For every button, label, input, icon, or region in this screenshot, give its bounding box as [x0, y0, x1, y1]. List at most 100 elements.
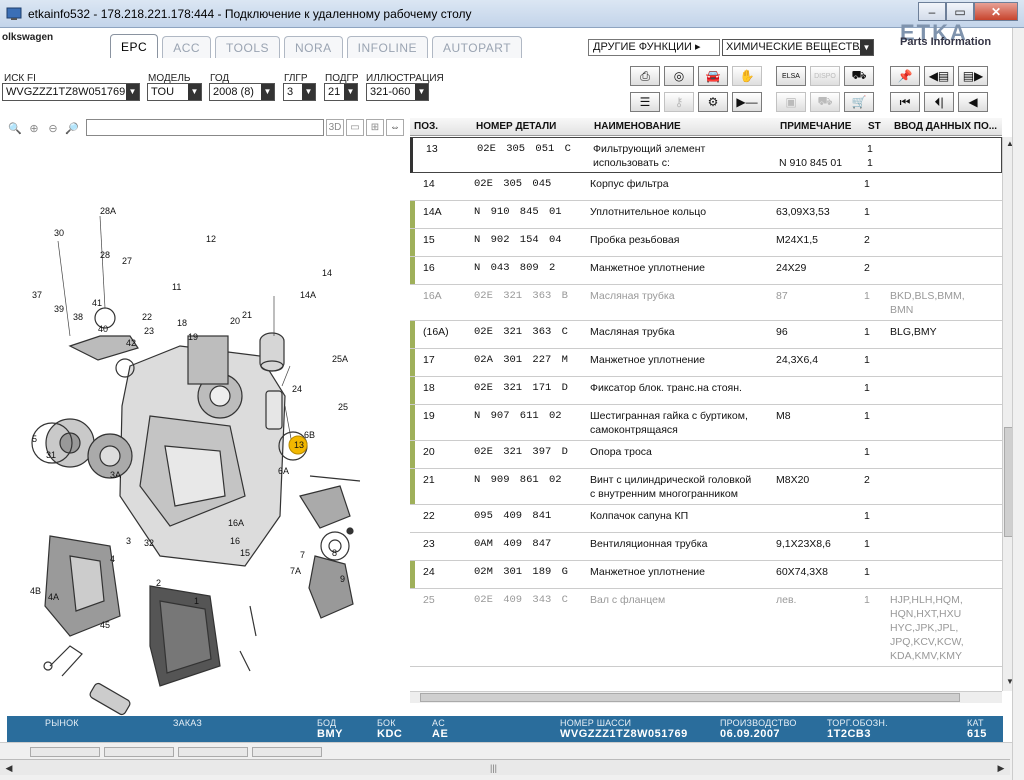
callout-label[interactable]: 8	[332, 548, 337, 558]
key-button[interactable]: ⚷	[664, 92, 694, 112]
callout-label[interactable]: 12	[206, 234, 216, 244]
scroll-right-icon[interactable]: ▶	[994, 761, 1008, 775]
callout-label[interactable]: 14A	[300, 290, 316, 300]
grid-button[interactable]: ⊞	[366, 119, 384, 136]
callout-label[interactable]: 9	[340, 574, 345, 584]
callout-label[interactable]: 4	[110, 554, 115, 564]
callout-label[interactable]: 19	[188, 332, 198, 342]
zoom-reset-icon[interactable]: ⊖	[44, 119, 62, 137]
table-row[interactable]: 14 02E 305 045 Корпус фильтра 1	[410, 173, 1002, 201]
table-row[interactable]: 18 02E 321 171 D Фиксатор блок. транс.на с…	[410, 377, 1002, 405]
callout-label[interactable]: 1	[194, 596, 199, 606]
bottom-tab[interactable]	[104, 747, 174, 757]
table-row[interactable]: 19 N 907 611 02 Шестигранная гайка с бурти…	[410, 405, 1002, 441]
callout-label[interactable]: 45	[100, 620, 110, 630]
callout-label[interactable]: 28	[100, 250, 110, 260]
search-icon[interactable]: 🔎	[63, 119, 81, 137]
split-button[interactable]: ⇔	[386, 119, 404, 136]
table-row[interactable]: 13 02E 305 051 C Фильтрующий элемент испол…	[410, 137, 1002, 173]
callout-label[interactable]: 25	[338, 402, 348, 412]
disc-button[interactable]: ◎	[664, 66, 694, 86]
first-button[interactable]: ⏮	[890, 92, 920, 112]
prev-button[interactable]: ⏴|	[924, 92, 954, 112]
table-row[interactable]: 21 N 909 861 02 Винт с цилиндрической голо…	[410, 469, 1002, 505]
callout-label[interactable]: 22	[142, 312, 152, 322]
tab-tools[interactable]: TOOLS	[215, 36, 280, 58]
table-row[interactable]: 22 095 409 841 Колпачок сапуна КП 1	[410, 505, 1002, 533]
callout-label[interactable]: 3	[126, 536, 131, 546]
table-row[interactable]: 16 N 043 809 2 Манжетное уплотнение 24X29 2	[410, 257, 1002, 285]
callout-label[interactable]: 18	[177, 318, 187, 328]
table-row[interactable]: (16A) 02E 321 363 C Масляная трубка 96 1 BLG,…	[410, 321, 1002, 349]
callout-label[interactable]: 6A	[278, 466, 289, 476]
window-horizontal-scrollbar[interactable]: ◀ ||| ▶	[0, 759, 1010, 775]
col-st[interactable]: ST	[864, 118, 890, 135]
callout-label[interactable]: 39	[54, 304, 64, 314]
callout-label[interactable]: 4A	[48, 592, 59, 602]
main-group-select[interactable]: 3 ▼	[283, 83, 316, 101]
tab-infoline[interactable]: INFOLINE	[346, 36, 429, 58]
bike-button[interactable]: ⚙	[698, 92, 728, 112]
callout-label[interactable]: 7	[300, 550, 305, 560]
callout-label[interactable]: 5	[32, 434, 37, 444]
list-button[interactable]: ☰	[630, 92, 660, 112]
callout-label[interactable]: 38	[73, 312, 83, 322]
callout-label[interactable]: 7A	[290, 566, 301, 576]
device-button[interactable]: ▣	[776, 92, 806, 112]
cart-in-button[interactable]: ⛟	[844, 66, 874, 86]
callout-label[interactable]: 28A	[100, 206, 116, 216]
3d-button[interactable]: 3D	[326, 119, 344, 136]
col-pos[interactable]: ПОЗ.	[410, 118, 472, 135]
illustration-search-input[interactable]	[86, 119, 324, 136]
table-row[interactable]: 25 02E 409 343 C Вал с фланцем лев. 1 HJP,HLH…	[410, 589, 1002, 667]
callout-label[interactable]: 15	[240, 548, 250, 558]
callout-label[interactable]: 20	[230, 316, 240, 326]
table-row[interactable]: 14A N 910 845 01 Уплотнительное кольцо 63,0…	[410, 201, 1002, 229]
vin-select[interactable]: WVGZZZ1TZ8W051769 ▼	[2, 83, 140, 101]
handshake-button[interactable]: ✋	[732, 66, 762, 86]
table-row[interactable]: 15 N 902 154 04 Пробка резьбовая M24X1,5 2	[410, 229, 1002, 257]
play-dash-button[interactable]: ▶—	[732, 92, 762, 112]
callout-label[interactable]: 6B	[304, 430, 315, 440]
table-row[interactable]: 24 02M 301 189 G Манжетное уплотнение 60X74…	[410, 561, 1002, 589]
tab-nora[interactable]: NORA	[284, 36, 343, 58]
callout-label[interactable]: 31	[46, 450, 56, 460]
callout-label[interactable]: 27	[122, 256, 132, 266]
callout-label[interactable]: 40	[98, 324, 108, 334]
callout-label[interactable]: 11	[172, 282, 181, 292]
cart-pair-button[interactable]: ⛟	[810, 92, 840, 112]
table-row[interactable]: 20 02E 321 397 D Опора троса 1	[410, 441, 1002, 469]
illustration-select[interactable]: 321-060 ▼	[366, 83, 429, 101]
horizontal-scrollbar[interactable]	[410, 691, 1002, 703]
callout-label[interactable]: 16A	[228, 518, 244, 528]
dispo-button[interactable]: DISPO	[810, 66, 840, 86]
callout-label[interactable]: 41	[92, 298, 102, 308]
table-row[interactable]: 23 0AM 409 847 Вентиляционная трубка 9,1X23…	[410, 533, 1002, 561]
minimize-button[interactable]: –	[918, 2, 946, 21]
layout-button[interactable]: ▭	[346, 119, 364, 136]
chemicals-select[interactable]: ХИМИЧЕСКИЕ ВЕЩЕСТВА ▼	[722, 39, 874, 56]
elsa-button[interactable]: ELSA	[776, 66, 806, 86]
tab-autopart[interactable]: AUTOPART	[432, 36, 523, 58]
zoom-out-icon[interactable]: 🔍	[6, 119, 24, 137]
callout-label[interactable]: 3A	[110, 470, 121, 480]
callout-label[interactable]: 13	[294, 440, 304, 450]
pin-button[interactable]: 📌	[890, 66, 920, 86]
sub-group-select[interactable]: 21 ▼	[324, 83, 358, 101]
callout-label[interactable]: 16	[230, 536, 240, 546]
callout-label[interactable]: 2	[156, 578, 161, 588]
callout-label[interactable]: 37	[32, 290, 42, 300]
callout-label[interactable]: 4B	[30, 586, 41, 596]
scroll-left-icon[interactable]: ◀	[2, 761, 16, 775]
bottom-tab[interactable]	[252, 747, 322, 757]
col-part-number[interactable]: НОМЕР ДЕТАЛИ	[472, 118, 590, 135]
bottom-tab[interactable]	[30, 747, 100, 757]
callout-label[interactable]: 42	[126, 338, 136, 348]
col-data-input[interactable]: ВВОД ДАННЫХ ПО...	[890, 118, 1000, 135]
other-functions-button[interactable]: ДРУГИЕ ФУНКЦИИ ▸	[588, 39, 720, 56]
maximize-button[interactable]: ▭	[946, 2, 974, 21]
callout-label[interactable]: 21	[242, 310, 252, 320]
next-page-button[interactable]: ▤▶	[958, 66, 988, 86]
scroll-thumb-horizontal[interactable]	[420, 693, 960, 702]
bottom-tab[interactable]	[178, 747, 248, 757]
